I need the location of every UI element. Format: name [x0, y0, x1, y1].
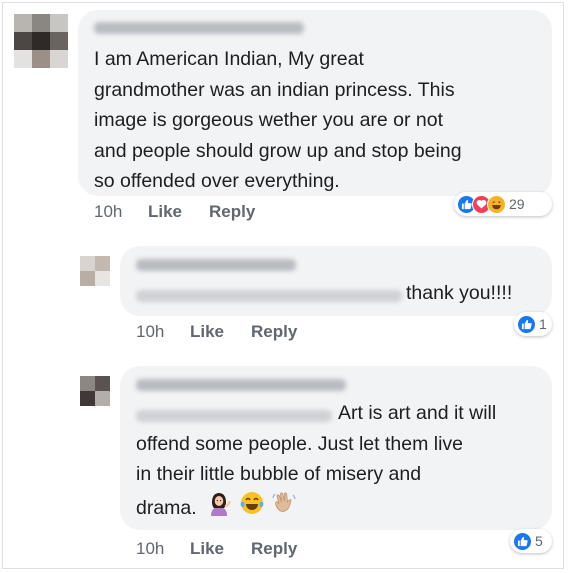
comment-line: offend some people. Just let them live — [136, 432, 463, 455]
waving-hand-icon — [271, 490, 297, 528]
comment-line: thank you!!!! — [406, 282, 513, 304]
comment-line: in their little bubble of misery and — [136, 463, 422, 485]
author-name[interactable] — [94, 22, 304, 34]
comment-actions: 10h Like Reply — [94, 202, 394, 224]
like-reaction-icon — [513, 531, 532, 551]
reactions-summary[interactable]: 5 — [510, 529, 552, 553]
avatar[interactable] — [14, 14, 68, 68]
reactions-summary[interactable]: 29 — [454, 192, 552, 216]
woman-tipping-hand-icon — [206, 490, 232, 528]
comment-line: I am American Indian, My great — [94, 48, 364, 70]
comment-line: grandmother was an indian princess. This — [94, 78, 455, 101]
reactions-summary[interactable]: 1 — [514, 312, 552, 336]
author-name[interactable] — [136, 259, 296, 271]
avatar[interactable] — [80, 376, 110, 406]
comment-actions: 10h Like Reply — [136, 322, 436, 344]
comment-line: and people should grow up and stop being — [94, 139, 462, 162]
reaction-count: 5 — [535, 533, 543, 549]
avatar[interactable] — [80, 256, 110, 286]
comment-line: Art is art and it will — [338, 402, 497, 424]
comment-text: I am American Indian, My great grandmoth… — [94, 44, 462, 197]
reaction-count: 29 — [509, 196, 525, 212]
comment-actions: 10h Like Reply — [136, 539, 436, 561]
tagged-mention[interactable] — [136, 290, 402, 302]
like-button[interactable]: Like — [190, 322, 224, 342]
reply-button[interactable]: Reply — [209, 202, 255, 222]
comment-bubble: Art is art and it will offend some peopl… — [120, 366, 552, 530]
like-button[interactable]: Like — [148, 202, 182, 222]
reply-button[interactable]: Reply — [251, 539, 297, 559]
comment-line: drama. — [136, 490, 496, 528]
like-button[interactable]: Like — [190, 539, 224, 559]
author-name[interactable] — [136, 379, 346, 391]
comment-text: thank you!!!! — [406, 278, 512, 309]
comment-bubble: thank you!!!! — [120, 246, 552, 316]
comment-bubble: I am American Indian, My great grandmoth… — [78, 10, 552, 196]
timestamp[interactable]: 10h — [136, 539, 164, 559]
timestamp[interactable]: 10h — [136, 322, 164, 342]
face-with-tears-of-joy-icon — [239, 490, 265, 528]
haha-reaction-icon — [487, 194, 506, 214]
comment-text: Art is art and it will offend some peopl… — [136, 398, 496, 528]
timestamp[interactable]: 10h — [94, 202, 122, 222]
reaction-count: 1 — [539, 316, 547, 332]
comment-line: image is gorgeous wether you are or not — [94, 109, 444, 131]
reply-button[interactable]: Reply — [251, 322, 297, 342]
like-reaction-icon — [517, 314, 536, 334]
comment-line: so offended over everything. — [94, 170, 340, 192]
